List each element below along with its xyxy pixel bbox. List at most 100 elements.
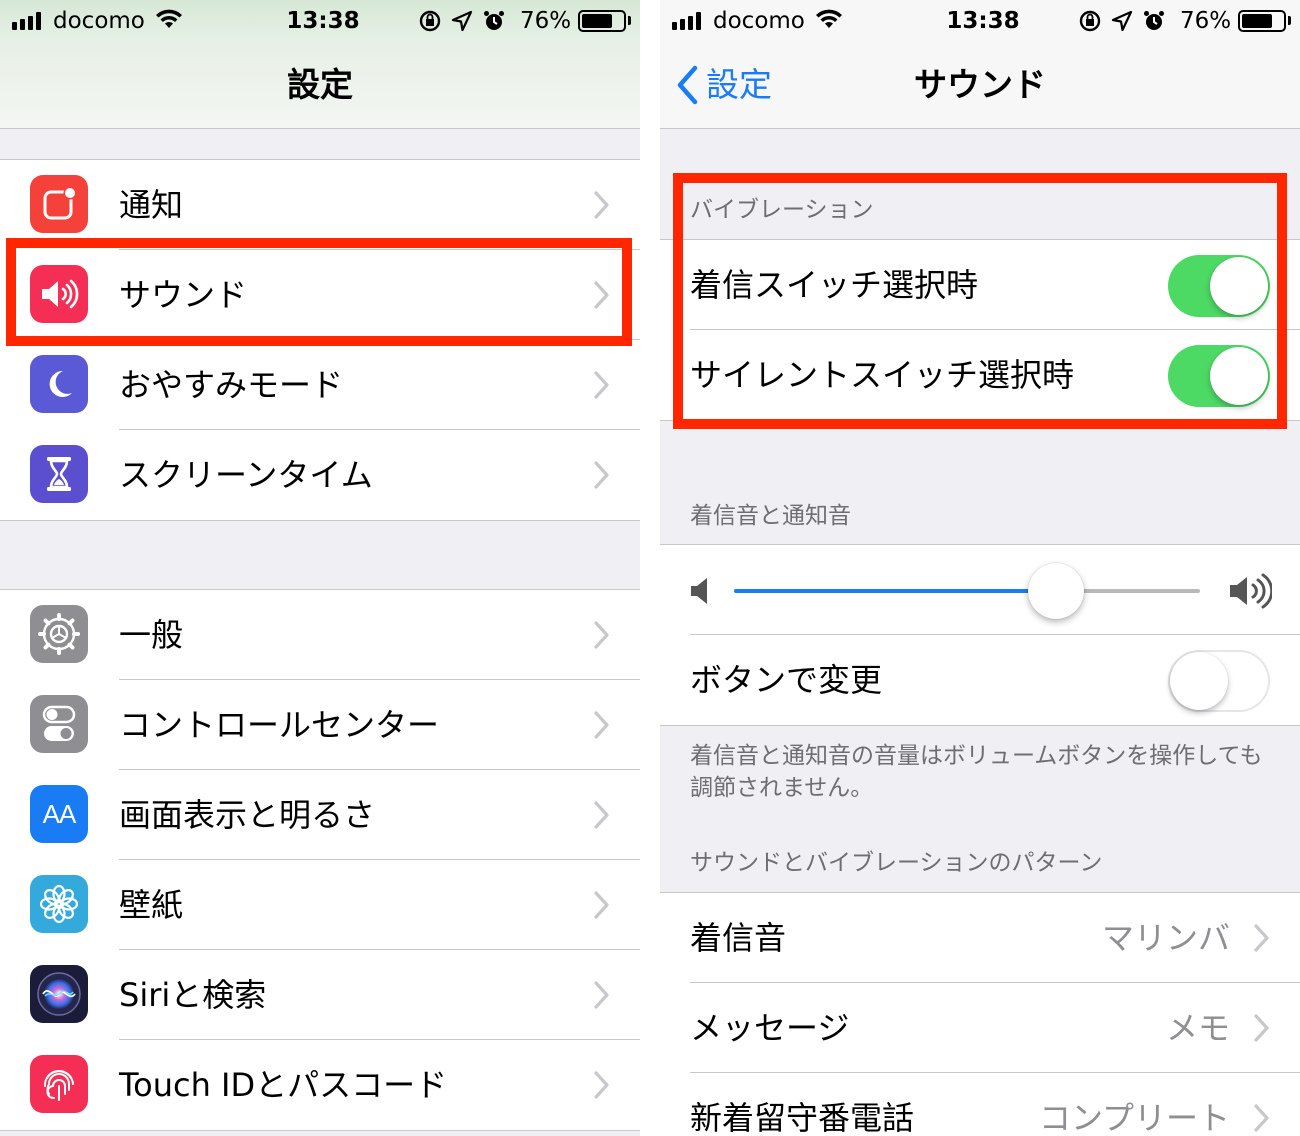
fingerprint-icon: [30, 1055, 88, 1113]
hourglass-icon: [30, 445, 88, 503]
status-bar: docomo 13:38 76%: [660, 0, 1300, 42]
settings-item-sounds[interactable]: サウンド: [0, 250, 640, 340]
vibrate-on-silent-row: サイレントスイッチ選択時: [660, 330, 1300, 420]
settings-item-siri-search[interactable]: Siriと検索: [0, 950, 640, 1040]
speaker-icon: [30, 265, 88, 323]
wifi-icon: [154, 8, 184, 34]
settings-item-label: 画面表示と明るさ: [119, 796, 376, 834]
orientation-lock-icon: [1079, 10, 1101, 32]
ringer-footer-note: 着信音と通知音の音量はボリュームボタンを操作しても調節されません。: [690, 743, 1263, 801]
text-size-icon: AA: [30, 785, 88, 843]
section-header-patterns: サウンドとバイブレーションのパターン: [690, 850, 1103, 876]
volume-slider[interactable]: [734, 563, 1200, 619]
row-value: マリンバ: [1101, 919, 1230, 957]
text-tone-row[interactable]: メッセージ メモ: [660, 983, 1300, 1073]
settings-item-notifications[interactable]: 通知: [0, 160, 640, 250]
settings-item-label: コントロールセンター: [119, 706, 440, 744]
settings-item-label: Siriと検索: [119, 976, 267, 1014]
chevron-right-icon: [594, 711, 609, 739]
vibrate-on-ring-row: 着信スイッチ選択時: [660, 240, 1300, 330]
siri-icon: [30, 965, 88, 1023]
chevron-right-icon: [594, 371, 609, 399]
settings-item-do-not-disturb[interactable]: おやすみモード: [0, 340, 640, 430]
notifications-icon: [30, 175, 88, 233]
vibrate-on-silent-toggle[interactable]: [1168, 345, 1270, 407]
moon-icon: [30, 355, 88, 413]
row-label: 着信音: [690, 919, 787, 957]
battery-percent: 76%: [520, 8, 572, 34]
flower-icon: [30, 875, 88, 933]
settings-group-2: 一般 コントロールセンター AA 画面表示と明るさ 壁紙 Siriと検索 Tou…: [0, 589, 640, 1131]
settings-item-label: 一般: [119, 616, 184, 654]
section-header-vibration: バイブレーション: [690, 197, 874, 223]
chevron-right-icon: [594, 801, 609, 829]
ringtone-row[interactable]: 着信音 マリンバ: [660, 893, 1300, 983]
settings-item-label: Touch IDとパスコード: [119, 1066, 448, 1104]
settings-item-wallpaper[interactable]: 壁紙: [0, 860, 640, 950]
page-title: 設定: [287, 65, 353, 104]
change-with-buttons-toggle[interactable]: [1168, 650, 1270, 712]
status-time: 13:38: [286, 8, 360, 34]
chevron-right-icon: [594, 461, 609, 489]
settings-item-label: おやすみモード: [119, 366, 344, 404]
battery-icon: [1238, 10, 1286, 32]
ringer-group: ボタンで変更: [660, 544, 1300, 726]
wifi-icon: [814, 8, 844, 34]
chevron-right-icon: [594, 1071, 609, 1099]
chevron-right-icon: [594, 191, 609, 219]
settings-screen: docomo 13:38 76% 設定 通知 サウンド おやすみモード スクリー…: [0, 0, 640, 1136]
settings-item-label: スクリーンタイム: [119, 456, 373, 494]
status-time: 13:38: [946, 8, 1020, 34]
chevron-right-icon: [1254, 924, 1269, 952]
battery-percent: 76%: [1180, 8, 1232, 34]
page-title: サウンド: [914, 65, 1046, 104]
settings-item-label: 通知: [119, 186, 184, 224]
row-label: サイレントスイッチ選択時: [690, 356, 1075, 394]
chevron-right-icon: [594, 891, 609, 919]
row-label: メッセージ: [690, 1009, 850, 1047]
new-voicemail-row[interactable]: 新着留守番電話 コンプリート: [660, 1073, 1300, 1136]
carrier-name: docomo: [53, 8, 145, 34]
carrier-name: docomo: [713, 8, 805, 34]
volume-slider-thumb[interactable]: [1027, 563, 1084, 619]
speaker-low-icon: [691, 578, 707, 604]
row-label: 着信スイッチ選択時: [690, 266, 979, 304]
chevron-right-icon: [1254, 1014, 1269, 1042]
speaker-high-icon: [1230, 573, 1272, 609]
row-value: コンプリート: [1038, 1099, 1230, 1136]
vibration-group: 着信スイッチ選択時 サイレントスイッチ選択時: [660, 239, 1300, 421]
patterns-group: 着信音 マリンバ メッセージ メモ 新着留守番電話 コンプリート: [660, 892, 1300, 1136]
row-label: 新着留守番電話: [690, 1099, 915, 1136]
orientation-lock-icon: [419, 10, 441, 32]
settings-group-1: 通知 サウンド おやすみモード スクリーンタイム: [0, 159, 640, 521]
toggles-icon: [30, 695, 88, 753]
volume-slider-row: [660, 545, 1300, 635]
alarm-icon: [484, 11, 504, 30]
vibrate-on-ring-toggle[interactable]: [1168, 255, 1270, 317]
alarm-icon: [1144, 11, 1164, 30]
settings-item-touch-id-passcode[interactable]: Touch IDとパスコード: [0, 1040, 640, 1130]
settings-item-screen-time[interactable]: スクリーンタイム: [0, 430, 640, 520]
chevron-right-icon: [594, 621, 609, 649]
chevron-right-icon: [594, 281, 609, 309]
signal-strength-icon: [672, 12, 701, 30]
sounds-screen: docomo 13:38 76% 設定 サウンド バイブレーション 着信スイッチ…: [660, 0, 1300, 1136]
settings-item-general[interactable]: 一般: [0, 590, 640, 680]
battery-icon: [578, 10, 626, 32]
settings-item-label: 壁紙: [119, 886, 184, 924]
gear-icon: [30, 605, 88, 663]
location-icon: [1111, 10, 1133, 32]
change-with-buttons-row: ボタンで変更: [660, 635, 1300, 725]
settings-item-label: サウンド: [119, 276, 248, 314]
row-label: ボタンで変更: [690, 661, 883, 699]
signal-strength-icon: [12, 12, 41, 30]
status-bar: docomo 13:38 76%: [0, 0, 640, 42]
navigation-bar: 設定 サウンド: [660, 42, 1300, 129]
section-header-ringer: 着信音と通知音: [690, 503, 851, 529]
settings-item-display-brightness[interactable]: AA 画面表示と明るさ: [0, 770, 640, 860]
location-icon: [451, 10, 473, 32]
settings-item-control-center[interactable]: コントロールセンター: [0, 680, 640, 770]
navigation-bar: 設定: [0, 42, 640, 129]
chevron-right-icon: [594, 981, 609, 1009]
row-value: メモ: [1165, 1009, 1230, 1047]
